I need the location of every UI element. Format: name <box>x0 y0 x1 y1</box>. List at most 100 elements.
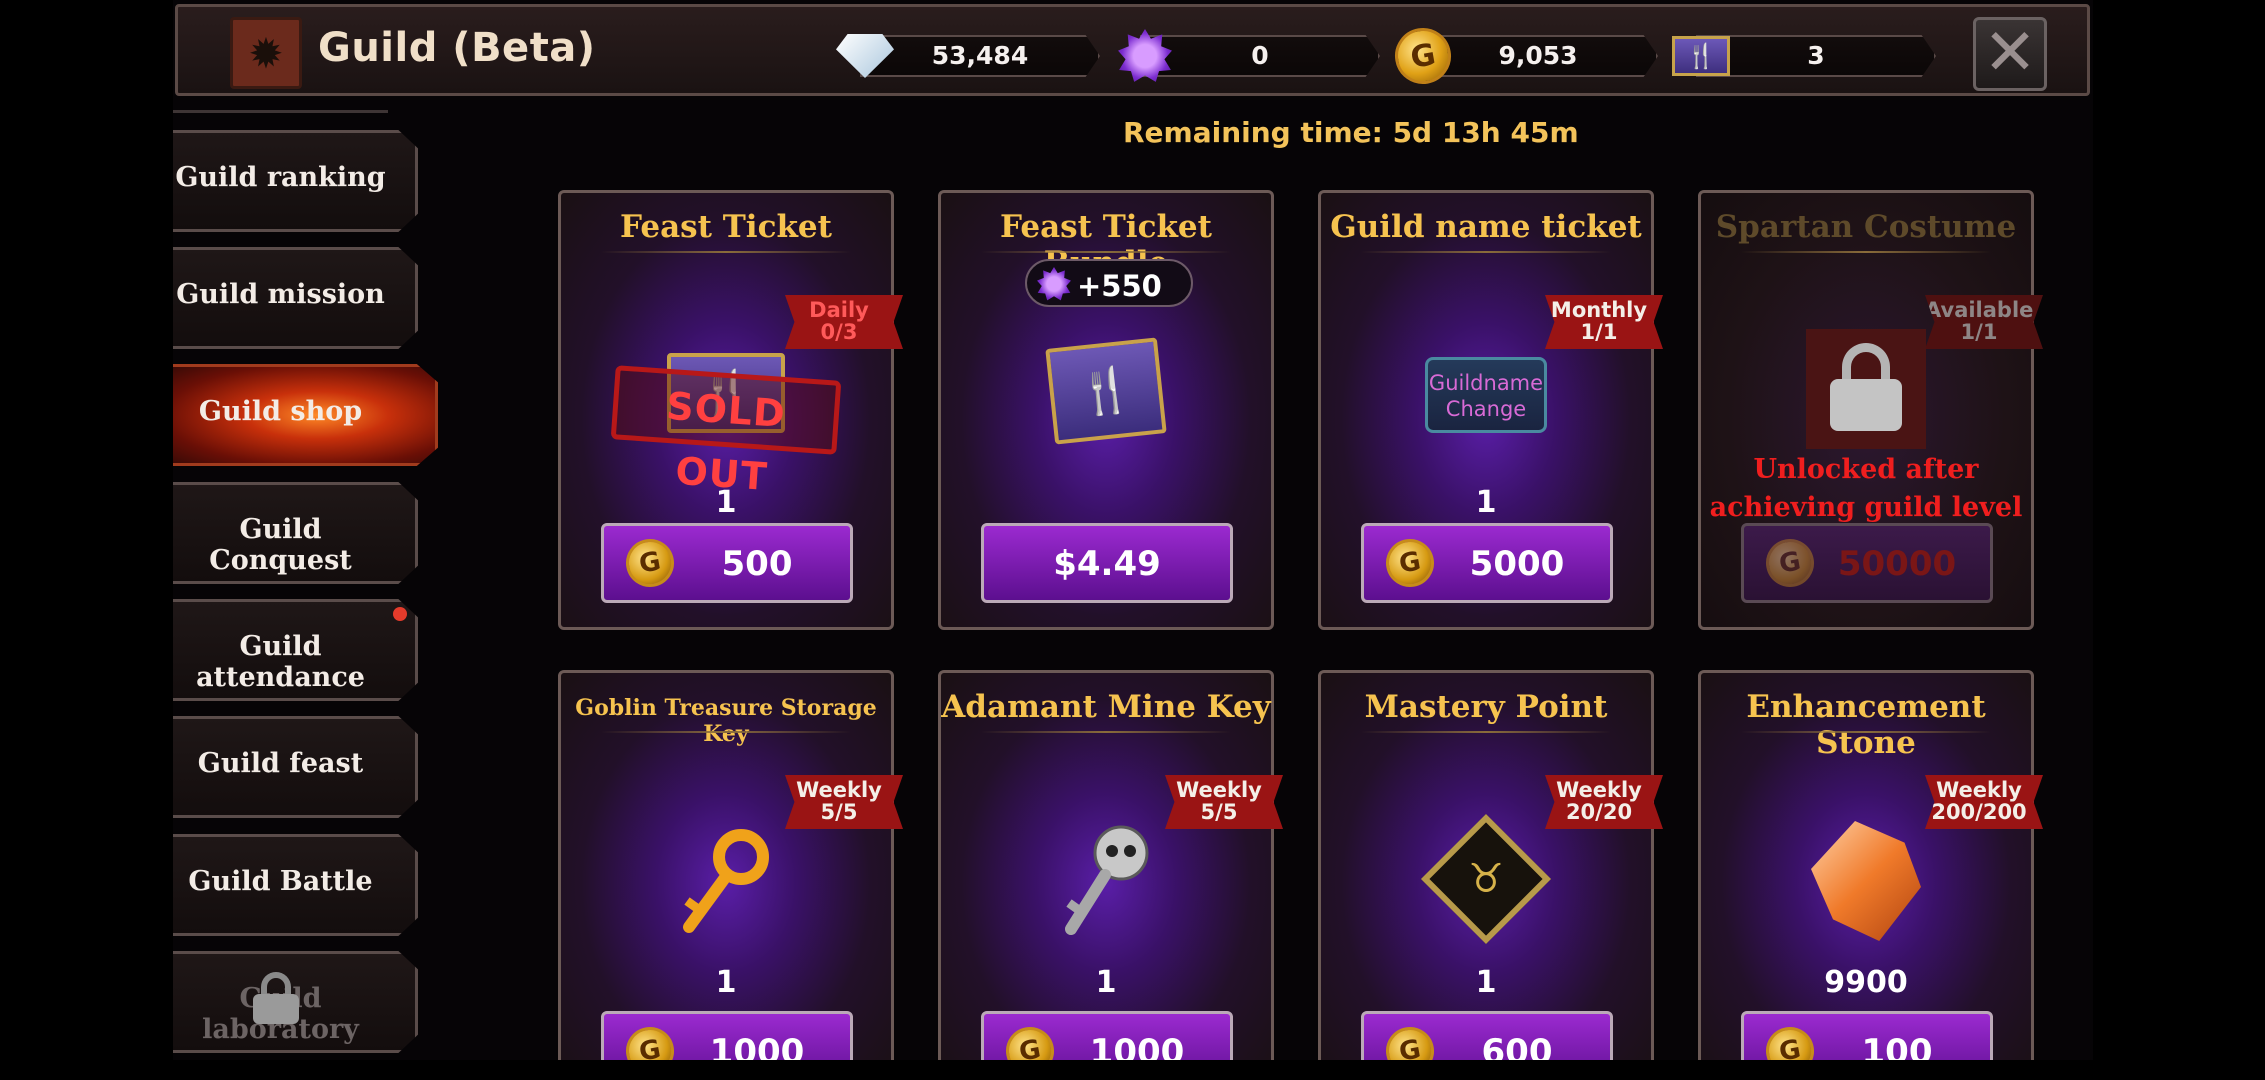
ribbon-count: 20/20 <box>1565 800 1633 824</box>
price: 1000 <box>709 1032 805 1060</box>
buy-button[interactable]: G 1000 <box>981 1011 1233 1060</box>
buy-button[interactable]: G 5000 <box>1361 523 1613 603</box>
sidebar-item-label: Guild attendance <box>196 631 365 693</box>
sidebar-item-label: Guild feast <box>197 748 364 779</box>
item-quantity: 1 <box>715 965 737 1000</box>
sidebar-item-guild-feast[interactable]: Guild feast <box>173 716 418 818</box>
buy-button[interactable]: G 100 <box>1741 1011 1993 1060</box>
ribbon-period: Weekly <box>1176 778 1262 802</box>
page-title: Guild (Beta) <box>318 25 596 71</box>
ribbon-count: 1/1 <box>1960 320 1998 344</box>
item-quantity: 1 <box>1475 965 1497 1000</box>
limit-ribbon: Weekly 5/5 <box>1165 775 1283 829</box>
shop-card-mastery-point[interactable]: Mastery Point Weekly 20/20 ♉ 1 G 600 <box>1318 670 1663 1060</box>
gold-key-icon <box>683 829 769 933</box>
sidebar-item-guild-battle[interactable]: Guild Battle <box>173 834 418 936</box>
top-bar: ✹ Guild (Beta) 53,484 0 G 9,053 🍴 3 ✕ <box>175 4 2090 96</box>
ribbon-count: 200/200 <box>1931 800 2027 824</box>
lock-icon <box>253 972 299 1024</box>
card-title: Goblin Treasure Storage Key <box>575 695 877 747</box>
ribbon-count: 1/1 <box>1580 320 1618 344</box>
shop-card-goblin-key[interactable]: Goblin Treasure Storage Key Weekly 5/5 1… <box>558 670 903 1060</box>
sidebar-item-guild-mission[interactable]: Guild mission <box>173 247 418 349</box>
currency-value: 3 <box>1807 41 1825 70</box>
limit-ribbon: Weekly 5/5 <box>785 775 903 829</box>
shop-card-adamant-mine-key[interactable]: Adamant Mine Key Weekly 5/5 1 G 1000 <box>938 670 1283 1060</box>
price: $4.49 <box>1053 544 1161 584</box>
card-title: Mastery Point <box>1364 689 1608 725</box>
remaining-time: Remaining time: 5d 13h 45m <box>1123 116 1579 149</box>
gold-coin-icon: G <box>1002 1023 1058 1060</box>
shop-card-enhancement-stone[interactable]: Enhancement Stone Weekly 200/200 9900 G … <box>1698 670 2043 1060</box>
gold-coin-icon: G <box>622 1023 678 1060</box>
sidebar-item-label: Guild Battle <box>188 866 373 897</box>
buy-button[interactable]: G 1000 <box>601 1011 853 1060</box>
item-quantity: 1 <box>1095 965 1117 1000</box>
sidebar-item-label: Guild shop <box>198 396 363 427</box>
sidebar-item-guild-ranking[interactable]: Guild ranking <box>173 130 418 232</box>
shop-card-feast-ticket-bundle[interactable]: Feast Ticket Bundle +550 🍴 $4.49 <box>938 190 1274 630</box>
sidebar-item-guild-conquest[interactable]: Guild Conquest <box>173 482 418 584</box>
gold-coin-icon: G <box>622 535 678 591</box>
item-quantity: 9900 <box>1824 965 1908 1000</box>
feast-ticket-bundle-icon: 🍴 <box>1045 337 1167 445</box>
currency-gems: 0 <box>1116 29 1384 82</box>
limit-ribbon: Weekly 20/20 <box>1545 775 1663 829</box>
limit-ribbon: Daily 0/3 <box>785 295 903 349</box>
ribbon-period: Weekly <box>796 778 882 802</box>
shop-card-guild-name-ticket[interactable]: Guild name ticket Monthly 1/1 Guildname … <box>1318 190 1663 630</box>
card-title: Adamant Mine Key <box>941 689 1271 725</box>
close-button[interactable]: ✕ <box>1973 17 2047 91</box>
buy-button-disabled: G 50000 <box>1741 523 1993 603</box>
currency-gold: G 9,053 <box>1390 23 1662 89</box>
buy-button[interactable]: G 600 <box>1361 1011 1613 1060</box>
sidebar-item-guild-attendance[interactable]: Guild attendance <box>173 599 418 701</box>
limit-ribbon: Weekly 200/200 <box>1925 775 2043 829</box>
guild-banner-icon: ✹ <box>230 17 302 89</box>
mastery-horns-icon: ♉ <box>1420 813 1552 945</box>
enhancement-stone-icon <box>1811 821 1921 941</box>
gold-coin-icon: G <box>1762 535 1818 591</box>
price: 100 <box>1861 1032 1933 1060</box>
price: 50000 <box>1837 544 1957 584</box>
currency-value: 53,484 <box>931 41 1029 70</box>
limit-ribbon: Monthly 1/1 <box>1545 295 1663 349</box>
bonus-badge: +550 <box>1025 259 1193 307</box>
price: 500 <box>721 544 793 584</box>
lock-icon <box>1806 329 1926 449</box>
currency-diamonds: 53,484 <box>836 31 1104 79</box>
close-icon: ✕ <box>1983 16 2037 90</box>
ribbon-count: 5/5 <box>1200 800 1238 824</box>
ribbon-count: 5/5 <box>820 800 858 824</box>
price: 600 <box>1481 1032 1553 1060</box>
bonus-value: +550 <box>1077 269 1162 303</box>
card-title: Spartan Costume <box>1715 209 2017 245</box>
ribbon-period: Monthly <box>1550 298 1648 322</box>
card-title: Guild name ticket <box>1330 209 1642 245</box>
sidebar-divider <box>173 110 388 113</box>
buy-button[interactable]: G 500 <box>601 523 853 603</box>
ribbon-period: Weekly <box>1556 778 1642 802</box>
ribbon-period: Weekly <box>1936 778 2022 802</box>
item-quantity: 1 <box>1475 485 1497 520</box>
sidebar-item-guild-shop[interactable]: Guild shop <box>173 364 438 466</box>
notification-dot <box>393 607 407 621</box>
buy-button[interactable]: $4.49 <box>981 523 1233 603</box>
gold-coin-icon: G <box>1382 1023 1438 1060</box>
gold-coin-icon: G <box>1762 1023 1818 1060</box>
shop-card-feast-ticket[interactable]: Feast Ticket Daily 0/3 🍴 SOLD OUT 1 G 50… <box>558 190 903 630</box>
shop-card-spartan-costume: Spartan Costume Available 1/1 Unlocked a… <box>1698 190 2043 630</box>
sold-out-stamp: SOLD OUT <box>610 365 842 499</box>
sidebar-item-label: Guild Conquest <box>209 514 352 576</box>
card-title: Feast Ticket <box>620 209 832 245</box>
item-quantity: 1 <box>715 485 737 520</box>
guildname-change-icon: Guildname Change <box>1425 357 1547 433</box>
ribbon-period: Daily <box>809 298 869 322</box>
purple-gem-icon <box>1037 267 1071 301</box>
game-screen: ✹ Guild (Beta) 53,484 0 G 9,053 🍴 3 ✕ Re… <box>173 0 2093 1060</box>
price: 5000 <box>1469 544 1565 584</box>
price: 1000 <box>1089 1032 1185 1060</box>
skull-key-icon <box>1065 825 1149 935</box>
ribbon-period: Available <box>1925 298 2034 322</box>
currency-value: 0 <box>1251 41 1269 70</box>
